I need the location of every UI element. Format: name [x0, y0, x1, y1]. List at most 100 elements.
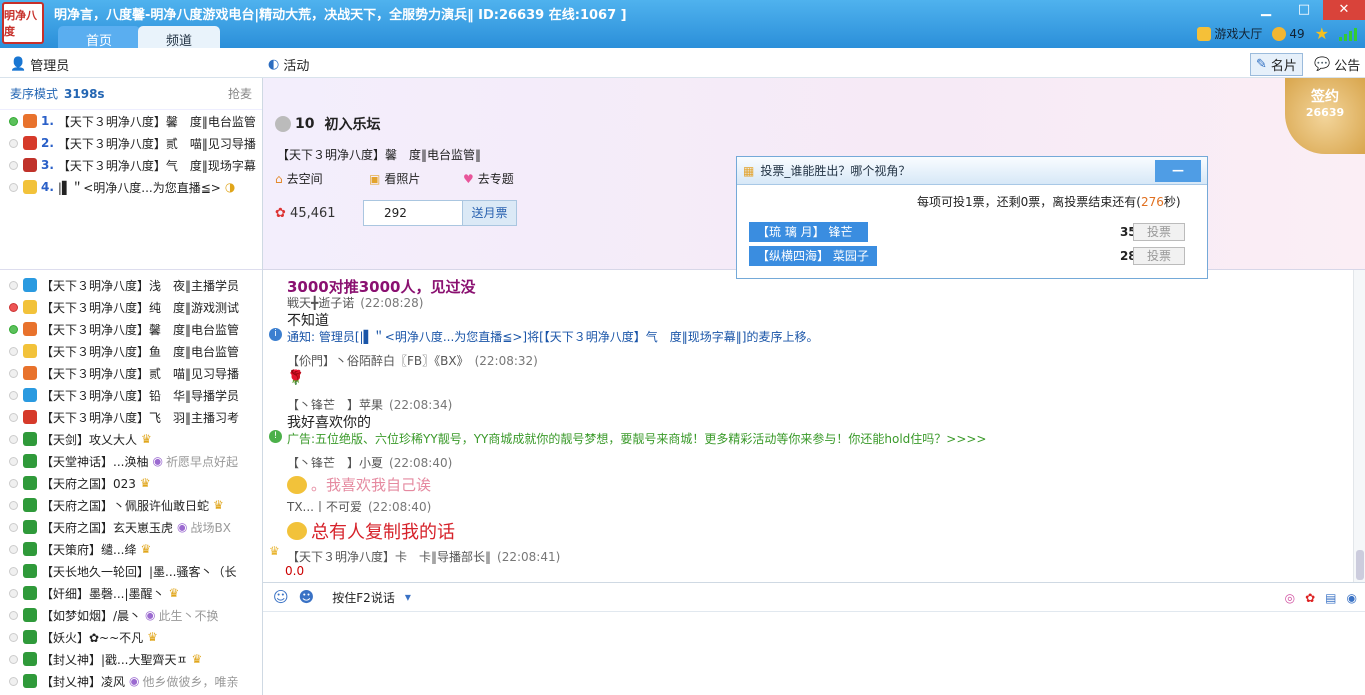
user-name: 【封乂神】|戳...大聖齊天ㅍ: [41, 652, 188, 667]
role-icon: [23, 432, 37, 446]
minimize-icon[interactable]: ▁: [1247, 0, 1285, 20]
headset-icon: ◑: [224, 180, 236, 194]
status-dot: [9, 544, 18, 554]
status-dot: [9, 434, 18, 444]
timestamp: (22:08:40): [368, 500, 432, 514]
status-dot: [9, 456, 18, 466]
notice-icon: 💬: [1314, 57, 1331, 72]
user-list-item[interactable]: 【天下３明净八度】飞 羽‖主播习考: [0, 406, 262, 428]
topic-link[interactable]: ♥ 去专题: [463, 170, 514, 187]
user-list-item[interactable]: 【天下３明净八度】鱼 度‖电台监管: [0, 340, 262, 362]
chat-meta: 【天下３明净八度】卡 卡‖导播部长‖ (22:08:41): [287, 548, 560, 565]
user-list-item[interactable]: 【妖火】✿~~不凡 ♛: [0, 626, 262, 648]
role-icon: [23, 136, 37, 150]
space-link[interactable]: ⌂ 去空间: [275, 170, 323, 187]
face-icon[interactable]: ☻: [299, 588, 315, 606]
status-dot: [9, 280, 18, 290]
ticket-box: 292 送月票: [363, 200, 517, 226]
tab-home[interactable]: 首页: [58, 26, 140, 49]
mic-queue-item[interactable]: 4. |▌＂<明净八度...为您直播≦> ◑: [0, 176, 262, 198]
chat-meta: 【丶锋芒 】小夏 (22:08:40): [287, 454, 452, 471]
chat-meta: TX...丨不可爱 (22:08:40): [287, 498, 431, 515]
chat-text: 。我喜欢我自己诶: [311, 476, 432, 494]
user-list-item[interactable]: 【封乂神】凌风 ◉ 他乡做彼乡，唯亲: [0, 670, 262, 692]
sender: 戦天╋逝子诺: [287, 296, 355, 310]
admin-label: 管理员: [30, 59, 70, 74]
user-list-item[interactable]: 【天下３明净八度】铅 华‖导播学员: [0, 384, 262, 406]
star-icon[interactable]: ★: [1315, 24, 1329, 43]
status-dot: [9, 588, 18, 598]
user-list-item[interactable]: 【天堂神话】...涣柚 ◉ 祈愿早点好起: [0, 450, 262, 472]
chevron-down-icon[interactable]: ▾: [405, 590, 411, 604]
notice-button[interactable]: 💬 公告: [1314, 55, 1360, 74]
chat-scrollbar[interactable]: [1353, 270, 1365, 582]
game-hall-button[interactable]: 游戏大厅: [1197, 25, 1262, 42]
message-input[interactable]: [263, 612, 1365, 695]
rose-icon[interactable]: ✿: [1305, 591, 1315, 605]
lollipop-icon[interactable]: ◎: [1285, 591, 1295, 605]
chat-text: 总有人复制我的话: [311, 522, 455, 543]
card-button[interactable]: ✎ 名片: [1250, 53, 1303, 76]
user-list-item[interactable]: 【天策府】缱...绛 ♛: [0, 538, 262, 560]
chat-bubble-icon[interactable]: ◉: [1347, 591, 1357, 605]
photos-link[interactable]: ▣ 看照片: [369, 170, 420, 187]
user-list-item[interactable]: 【如梦如烟】/晨丶 ◉ 此生丶不换: [0, 604, 262, 626]
send-ticket-button[interactable]: 送月票: [462, 201, 516, 225]
maximize-icon[interactable]: □: [1285, 0, 1323, 20]
role-icon: [23, 608, 37, 622]
status-dot: [9, 654, 18, 664]
user-list-item[interactable]: 【天府之国】丶佩服许仙敢日蛇 ♛: [0, 494, 262, 516]
vote-info-prefix: 每项可投1票，还剩0票，离投票结束还有(: [917, 195, 1141, 209]
vote-button[interactable]: 投票: [1133, 223, 1185, 241]
signal-icon: [1339, 27, 1357, 41]
user-list-item[interactable]: 【天长地久一轮回】|墨...骚客丶（长: [0, 560, 262, 582]
chat-message: 我好喜欢你的: [287, 415, 371, 431]
tab-channel[interactable]: 频道: [138, 26, 220, 49]
ad-message[interactable]: 广告:五位绝版、六位珍稀YY靓号，YY商城成就你的靓号梦想，要靓号来商城！更多精…: [287, 430, 987, 447]
mic-queue-item[interactable]: 2. 【天下３明净八度】贰 喵‖见习导播: [0, 132, 262, 154]
user-list-item[interactable]: 【天下３明净八度】贰 喵‖见习导播: [0, 362, 262, 384]
photo-icon: ▣: [369, 171, 381, 186]
vote-button[interactable]: 投票: [1133, 247, 1185, 265]
mic-badge-icon: ◉: [145, 608, 156, 622]
user-list-item[interactable]: 【天下３明净八度】浅 夜‖主播学员: [0, 274, 262, 296]
user-list-item[interactable]: 【天剑】攻乂大人 ♛: [0, 428, 262, 450]
close-icon[interactable]: ✕: [1323, 0, 1365, 20]
sender: 【天下３明净八度】卡 卡‖导播部长‖: [287, 550, 492, 564]
crown-icon: ♛: [140, 542, 152, 556]
user-name: 【天下３明净八度】馨 度‖电台监管: [41, 322, 240, 337]
user-list-item[interactable]: 【天府之国】023 ♛: [0, 472, 262, 494]
window-controls: ▁ □ ✕: [1247, 0, 1365, 22]
timestamp: (22:08:28): [360, 296, 424, 310]
timestamp: (22:08:40): [389, 456, 453, 470]
coin-counter[interactable]: 49: [1272, 26, 1305, 41]
admin-button[interactable]: 👤 管理员: [10, 55, 69, 74]
activity-button[interactable]: ◐ 活动: [268, 55, 309, 74]
user-list-item[interactable]: 【天下３明净八度】馨 度‖电台监管: [0, 318, 262, 340]
host-name: 【天下３明净八度】馨 度‖电台监管‖: [277, 148, 482, 162]
chat-meta: 【丶锋芒 】苹果 (22:08:34): [287, 396, 452, 413]
vote-info: 每项可投1票，还剩0票，离投票结束还有(276秒): [917, 193, 1181, 210]
chat-message: 0.0: [285, 564, 305, 578]
emoji-icon[interactable]: ☺: [273, 588, 289, 606]
user-list-item[interactable]: 【封乂神】|戳...大聖齊天ㅍ ♛: [0, 648, 262, 670]
user-list-item[interactable]: 【天府之国】玄天崽玉虎 ◉ 战场BX: [0, 516, 262, 538]
role-icon: [23, 498, 37, 512]
mic-queue-item[interactable]: 1. 【天下３明净八度】馨 度‖电台监管: [0, 110, 262, 132]
sender: 【丶锋芒 】苹果: [287, 398, 384, 412]
ad-icon: !: [269, 430, 282, 443]
status-dot: [9, 500, 18, 510]
bag-icon[interactable]: ▤: [1325, 591, 1336, 605]
mic-queue-item[interactable]: 3. 【天下３明净八度】气 度‖现场字幕: [0, 154, 262, 176]
crown-icon: ♛: [213, 498, 224, 512]
rose-icon: 🌹: [287, 370, 305, 386]
user-name: 【天堂神话】...涣柚: [41, 454, 149, 469]
push-to-talk-select[interactable]: 按住F2说话: [332, 589, 395, 606]
vote-minimize-button[interactable]: —: [1155, 159, 1201, 182]
user-list-item[interactable]: 【天下３明净八度】纯 度‖游戏测试: [0, 296, 262, 318]
scroll-thumb[interactable]: [1356, 550, 1364, 580]
user-list-item[interactable]: 【奸细】墨磬...|墨醒丶 ♛: [0, 582, 262, 604]
flower-counter: ✿ 45,461: [275, 206, 336, 221]
grab-mic-button[interactable]: 抢麦: [228, 85, 252, 102]
user-name: 【天府之国】玄天崽玉虎: [41, 520, 174, 535]
